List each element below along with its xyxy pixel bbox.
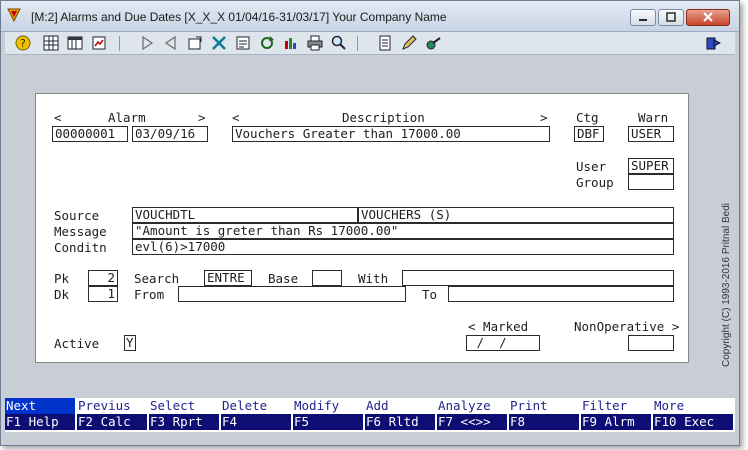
fkey-filter[interactable]: Filter F9 Alrm (581, 398, 651, 430)
source-field[interactable]: VOUCHDTL (132, 207, 358, 223)
copyright-notice: Copyright (C) 1993-2016 Pritnal Bedi (721, 203, 732, 367)
toolbar-separator (357, 36, 358, 51)
to-label: To (422, 287, 438, 302)
window-title: [M:2] Alarms and Due Dates [X_X_X 01/04/… (31, 10, 447, 24)
message-label: Message (54, 224, 107, 239)
minimize-button[interactable] (630, 9, 656, 26)
message-field[interactable]: "Amount is greter than Rs 17000.00" (132, 223, 674, 239)
client-area: < Alarm > < Description > Ctg Warn 00000… (5, 55, 735, 392)
from-field[interactable] (178, 286, 406, 302)
title-bar[interactable]: [M:2] Alarms and Due Dates [X_X_X 01/04/… (1, 1, 739, 32)
fkey-next[interactable]: Next F1 Help (5, 398, 75, 430)
tools-icon[interactable] (211, 35, 227, 51)
alarm-header-left: < (54, 110, 62, 125)
fkey-more[interactable]: More F10 Exec (653, 398, 733, 430)
maximize-icon (666, 12, 676, 22)
table-icon[interactable] (67, 35, 83, 51)
alarm-header-right: > (198, 110, 206, 125)
fkey-previous[interactable]: Previus F2 Calc (77, 398, 147, 430)
fkey-delete[interactable]: Delete F4 (221, 398, 291, 430)
nonoperative-header: NonOperative > (574, 319, 680, 334)
nonoperative-field[interactable] (628, 335, 674, 351)
fkey-modify[interactable]: Modify F5 (293, 398, 363, 430)
base-label: Base (268, 271, 299, 286)
alarm-date-field[interactable]: 03/09/16 (132, 126, 208, 142)
dk-label: Dk (54, 287, 70, 302)
group-field[interactable] (628, 174, 674, 190)
help-icon[interactable]: ? (15, 35, 31, 51)
document-icon[interactable] (377, 35, 393, 51)
active-label: Active (54, 336, 100, 351)
play-icon[interactable] (139, 35, 155, 51)
close-icon (703, 12, 713, 22)
warn-field[interactable]: USER (628, 126, 674, 142)
from-label: From (134, 287, 165, 302)
ctg-header: Ctg (576, 110, 599, 125)
marked-date-field[interactable]: / / (466, 335, 540, 351)
condition-label: Conditn (54, 240, 107, 255)
function-key-bar: Next F1 Help Previus F2 Calc Select F3 Rprt… (5, 398, 735, 432)
warn-header: Warn (638, 110, 669, 125)
description-header-right: > (540, 110, 548, 125)
to-field[interactable] (448, 286, 674, 302)
minimize-icon (639, 19, 647, 21)
refresh-icon[interactable] (259, 35, 275, 51)
notes-icon[interactable] (235, 35, 251, 51)
user-label: User (576, 159, 607, 174)
app-logo-icon (7, 8, 21, 22)
dk-field[interactable]: 1 (88, 286, 118, 302)
back-icon[interactable] (163, 35, 179, 51)
ctg-field[interactable]: DBF (574, 126, 604, 142)
group-label: Group (576, 175, 614, 190)
pk-field[interactable]: 2 (88, 270, 118, 286)
grid-icon[interactable] (43, 35, 59, 51)
status-strip (5, 434, 735, 442)
toolbar-separator (119, 36, 120, 51)
svg-text:?: ? (20, 37, 26, 50)
edit-icon[interactable] (401, 35, 417, 51)
user-field[interactable]: SUPER (628, 158, 674, 174)
maximize-button[interactable] (658, 9, 684, 26)
exit-icon[interactable] (705, 35, 721, 51)
fkey-add[interactable]: Add F6 Rltd (365, 398, 435, 430)
with-label: With (358, 271, 389, 286)
active-field[interactable]: Y (124, 335, 136, 351)
source-table-field[interactable]: VOUCHERS (S) (358, 207, 674, 223)
with-field[interactable] (402, 270, 674, 286)
base-field[interactable] (312, 270, 342, 286)
description-header-left: < (232, 110, 240, 125)
chart-icon[interactable] (283, 35, 299, 51)
report-icon[interactable] (91, 35, 107, 51)
close-button[interactable] (686, 9, 730, 26)
alarm-form: < Alarm > < Description > Ctg Warn 00000… (35, 93, 689, 363)
alarm-number-field[interactable]: 00000001 (52, 126, 128, 142)
fkey-select[interactable]: Select F3 Rprt (149, 398, 219, 430)
description-field[interactable]: Vouchers Greater than 17000.00 (232, 126, 550, 142)
search-icon[interactable] (331, 35, 347, 51)
print-icon[interactable] (307, 35, 323, 51)
toolbar: ? (5, 32, 735, 55)
fkey-analyze[interactable]: Analyze F7 <<>> (437, 398, 507, 430)
search-field[interactable]: ENTRE (204, 270, 252, 286)
source-label: Source (54, 208, 100, 223)
condition-field[interactable]: evl(6)>17000 (132, 239, 674, 255)
properties-icon[interactable] (187, 35, 203, 51)
fkey-print[interactable]: Print F8 (509, 398, 579, 430)
marked-header: < Marked (468, 319, 529, 334)
description-header: Description (342, 110, 425, 125)
pk-label: Pk (54, 271, 70, 286)
alarm-header: Alarm (108, 110, 146, 125)
app-window: [M:2] Alarms and Due Dates [X_X_X 01/04/… (0, 0, 740, 446)
settings-icon[interactable] (425, 35, 441, 51)
search-label: Search (134, 271, 180, 286)
